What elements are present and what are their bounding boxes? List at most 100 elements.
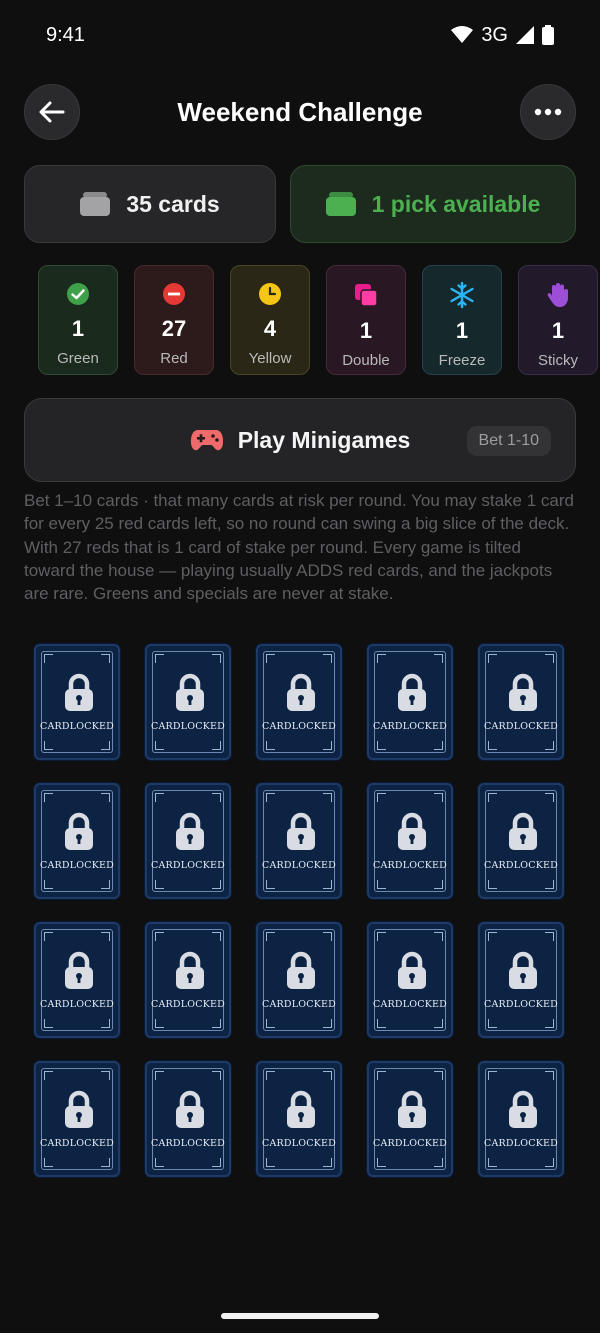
locked-card[interactable]: CARDLOCKED bbox=[145, 1061, 231, 1177]
hand-icon bbox=[547, 283, 568, 307]
locked-card[interactable]: CARDLOCKED bbox=[34, 1061, 120, 1177]
lock-icon bbox=[509, 1090, 537, 1128]
count-value: 1 bbox=[359, 318, 373, 343]
pick-available-label: 1 pick available bbox=[371, 190, 541, 217]
count-label: Red bbox=[160, 350, 188, 367]
card-locked-label: CARDLOCKED bbox=[373, 1138, 447, 1149]
card-locked-label: CARDLOCKED bbox=[40, 860, 114, 871]
count-value: 1 bbox=[455, 318, 469, 343]
locked-card[interactable]: CARDLOCKED bbox=[34, 922, 120, 1038]
summary-row: 35 cards 1 pick available bbox=[24, 165, 576, 243]
card-locked-label: CARDLOCKED bbox=[484, 999, 558, 1010]
count-value: 1 bbox=[551, 318, 565, 343]
locked-card[interactable]: CARDLOCKED bbox=[367, 1061, 453, 1177]
lock-icon bbox=[398, 1090, 426, 1128]
count-tile-green[interactable]: 1 Green bbox=[38, 265, 118, 375]
header: Weekend Challenge bbox=[24, 84, 576, 140]
lock-icon bbox=[65, 812, 93, 850]
locked-card[interactable]: CARDLOCKED bbox=[256, 1061, 342, 1177]
lock-icon bbox=[287, 951, 315, 989]
card-locked-label: CARDLOCKED bbox=[373, 860, 447, 871]
card-locked-label: CARDLOCKED bbox=[40, 1138, 114, 1149]
card-stack-icon bbox=[325, 192, 356, 216]
more-horizontal-icon bbox=[534, 108, 562, 116]
card-locked-label: CARDLOCKED bbox=[373, 999, 447, 1010]
lock-icon bbox=[398, 812, 426, 850]
lock-icon bbox=[287, 812, 315, 850]
locked-card[interactable]: CARDLOCKED bbox=[145, 922, 231, 1038]
arrow-left-icon bbox=[39, 101, 65, 123]
count-tile-red[interactable]: 27 Red bbox=[134, 265, 214, 375]
count-label: Double bbox=[342, 352, 390, 369]
clock-icon bbox=[259, 283, 281, 305]
locked-card[interactable]: CARDLOCKED bbox=[367, 922, 453, 1038]
back-button[interactable] bbox=[24, 84, 80, 140]
lock-icon bbox=[176, 812, 204, 850]
lock-icon bbox=[509, 673, 537, 711]
double-square-icon bbox=[355, 284, 378, 307]
locked-card[interactable]: CARDLOCKED bbox=[367, 644, 453, 760]
status-time: 9:41 bbox=[46, 23, 85, 46]
locked-card[interactable]: CARDLOCKED bbox=[145, 783, 231, 899]
deck-count-card[interactable]: 35 cards bbox=[24, 165, 276, 243]
minus-circle-icon bbox=[163, 283, 185, 305]
locked-card[interactable]: CARDLOCKED bbox=[367, 783, 453, 899]
lock-icon bbox=[398, 951, 426, 989]
count-label: Freeze bbox=[438, 352, 486, 369]
locked-card[interactable]: CARDLOCKED bbox=[256, 922, 342, 1038]
card-locked-label: CARDLOCKED bbox=[484, 721, 558, 732]
locked-card[interactable]: CARDLOCKED bbox=[478, 922, 564, 1038]
count-label: Green bbox=[57, 350, 99, 367]
pick-available-card[interactable]: 1 pick available bbox=[290, 165, 576, 243]
count-tile-double[interactable]: 1 Double bbox=[326, 265, 406, 375]
play-minigames-button[interactable]: Play Minigames Bet 1-10 bbox=[24, 398, 576, 482]
lock-icon bbox=[176, 951, 204, 989]
count-tile-yellow[interactable]: 4 Yellow bbox=[230, 265, 310, 375]
count-label: Yellow bbox=[248, 350, 292, 367]
signal-icon bbox=[516, 26, 534, 44]
locked-card[interactable]: CARDLOCKED bbox=[256, 783, 342, 899]
page-title: Weekend Challenge bbox=[177, 96, 423, 127]
card-locked-label: CARDLOCKED bbox=[373, 721, 447, 732]
network-type: 3G bbox=[481, 23, 508, 46]
card-locked-label: CARDLOCKED bbox=[151, 860, 225, 871]
card-locked-label: CARDLOCKED bbox=[262, 999, 336, 1010]
snowflake-icon bbox=[450, 282, 474, 308]
locked-card[interactable]: CARDLOCKED bbox=[478, 783, 564, 899]
gamepad-icon bbox=[190, 430, 223, 451]
locked-card[interactable]: CARDLOCKED bbox=[478, 1061, 564, 1177]
check-circle-icon bbox=[67, 283, 89, 305]
count-value: 1 bbox=[71, 316, 85, 341]
lock-icon bbox=[398, 673, 426, 711]
card-locked-label: CARDLOCKED bbox=[151, 721, 225, 732]
card-grid: CARDLOCKED CARDLOCKED CARDLOCKED CARDLOCKED… bbox=[34, 644, 568, 1177]
locked-card[interactable]: CARDLOCKED bbox=[34, 644, 120, 760]
card-locked-label: CARDLOCKED bbox=[262, 1138, 336, 1149]
locked-card[interactable]: CARDLOCKED bbox=[478, 644, 564, 760]
lock-icon bbox=[287, 673, 315, 711]
card-locked-label: CARDLOCKED bbox=[151, 999, 225, 1010]
battery-icon bbox=[542, 25, 554, 45]
locked-card[interactable]: CARDLOCKED bbox=[34, 783, 120, 899]
deck-count-label: 35 cards bbox=[126, 190, 220, 217]
count-tile-sticky[interactable]: 1 Sticky bbox=[518, 265, 598, 375]
status-bar: 9:41 3G bbox=[0, 0, 600, 70]
lock-icon bbox=[65, 951, 93, 989]
locked-card[interactable]: CARDLOCKED bbox=[145, 644, 231, 760]
count-value: 27 bbox=[161, 316, 187, 341]
bet-range-badge: Bet 1-10 bbox=[466, 426, 551, 456]
card-stack-icon bbox=[80, 192, 111, 216]
status-icons: 3G bbox=[451, 24, 554, 47]
card-locked-label: CARDLOCKED bbox=[262, 860, 336, 871]
locked-card[interactable]: CARDLOCKED bbox=[256, 644, 342, 760]
card-locked-label: CARDLOCKED bbox=[484, 1138, 558, 1149]
lock-icon bbox=[65, 673, 93, 711]
play-minigames-label: Play Minigames bbox=[237, 426, 411, 453]
home-indicator[interactable] bbox=[221, 1313, 379, 1319]
lock-icon bbox=[509, 812, 537, 850]
count-tile-freeze[interactable]: 1 Freeze bbox=[422, 265, 502, 375]
more-button[interactable] bbox=[520, 84, 576, 140]
lock-icon bbox=[176, 673, 204, 711]
lock-icon bbox=[65, 1090, 93, 1128]
card-type-counts: 1 Green 27 Red 4 Yellow 1 Double 1 Freez… bbox=[38, 265, 600, 377]
